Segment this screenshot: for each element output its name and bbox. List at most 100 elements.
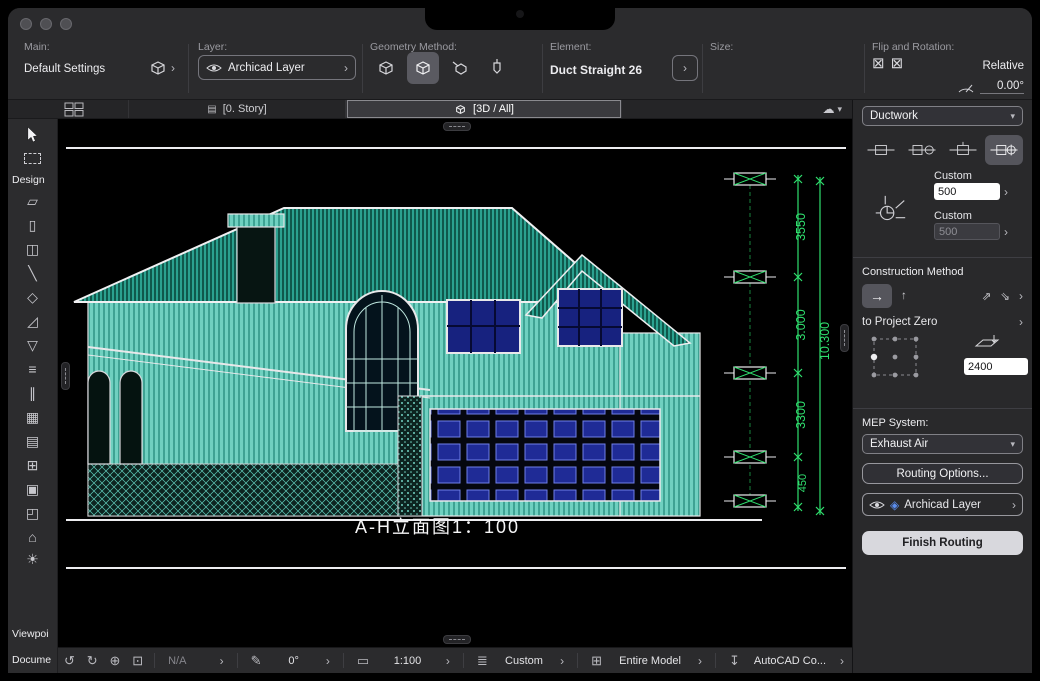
drawing-canvas[interactable]: 3550 3.000 10.300 3300 450 A-H立面图1：100 — [58, 119, 852, 647]
structure-filter-dropdown[interactable]: ⊞ Entire Model › — [583, 653, 710, 669]
duct-segment-icon — [907, 141, 937, 159]
pane-splitter-left[interactable] — [61, 362, 70, 390]
railing-tool[interactable]: ∥ — [15, 381, 51, 405]
chevron-right-icon: › — [1019, 316, 1023, 328]
close-button[interactable] — [20, 18, 32, 30]
wall-tool[interactable]: ▱ — [15, 189, 51, 213]
column-tool[interactable]: ◇ — [15, 285, 51, 309]
route-horizontal-button[interactable]: → — [862, 284, 892, 308]
zoom-button[interactable] — [60, 18, 72, 30]
door-tool[interactable]: ▯ — [15, 213, 51, 237]
story-icon: ▤ — [207, 104, 216, 115]
pane-splitter-bottom[interactable] — [443, 635, 471, 644]
chevron-right-icon: › — [683, 62, 687, 74]
tab-story[interactable]: ▤ [0. Story] — [128, 100, 346, 118]
select-tool[interactable] — [15, 122, 51, 146]
layer-combination-dropdown[interactable]: ≣ Custom › — [469, 653, 572, 669]
quad-view-button[interactable] — [64, 102, 84, 117]
width-label: Custom — [934, 170, 972, 182]
finish-routing-button[interactable]: Finish Routing — [862, 531, 1023, 555]
teamwork-dropdown[interactable]: ☁ ▾ — [822, 102, 842, 116]
duct-segment-icon — [948, 141, 978, 159]
elevation-input[interactable]: 2400 — [964, 358, 1028, 375]
pencil-icon: ✎ — [251, 653, 262, 669]
tab-3d-all[interactable]: [3D / All] — [346, 100, 622, 118]
geometry-vertical-button[interactable] — [481, 52, 513, 84]
layer-dropdown[interactable]: Archicad Layer › — [198, 55, 356, 80]
mep-system-dropdown[interactable]: Exhaust Air ▾ — [862, 434, 1023, 454]
chevron-right-icon: › — [220, 655, 224, 667]
snap-dropdown[interactable]: N/A › — [160, 655, 231, 667]
duct-geometry-icon — [376, 58, 396, 78]
zone-tool[interactable]: ▣ — [15, 477, 51, 501]
anchor-point-grid[interactable] — [868, 334, 922, 380]
stair-tool[interactable]: ≡ — [15, 357, 51, 381]
sun-icon[interactable]: ☀ — [26, 551, 39, 568]
minimize-button[interactable] — [40, 18, 52, 30]
object-tool[interactable]: ⊞ — [15, 453, 51, 477]
chevron-right-icon: › — [1019, 290, 1023, 302]
pane-splitter-top[interactable] — [443, 122, 471, 131]
pane-splitter-right[interactable] — [840, 324, 849, 352]
segment-branch-button[interactable] — [944, 135, 982, 165]
marquee-tool[interactable] — [15, 146, 51, 170]
geometry-chained-button[interactable] — [407, 52, 439, 84]
roof-tool[interactable]: ◿ — [15, 309, 51, 333]
geometry-rise-button[interactable] — [444, 52, 476, 84]
toolbox-document-label: Docume — [12, 654, 51, 666]
panel-layer-dropdown[interactable]: ◈ Archicad Layer › — [862, 493, 1023, 516]
chimney — [237, 227, 275, 303]
tab-3d-label: [3D / All] — [473, 103, 514, 115]
slab-tool[interactable]: ▦ — [15, 405, 51, 429]
quad-view-icon — [64, 102, 84, 117]
element-type-dropdown[interactable]: Ductwork ▾ — [862, 106, 1023, 126]
duct-size-block: Custom 500 › Custom 500 › — [862, 169, 1023, 247]
arrow-right-icon: → — [870, 288, 884, 304]
chevron-right-icon: › — [446, 655, 450, 667]
toolbox-viewpoint-label: Viewpoi — [12, 628, 49, 640]
duct-rise-icon[interactable]: ⇗ — [982, 289, 992, 303]
shell-tool[interactable]: ▽ — [15, 333, 51, 357]
dim-base: 450 — [797, 474, 809, 492]
route-vertical-button[interactable]: ↑ — [901, 290, 907, 302]
import-icon: ↧ — [729, 653, 740, 669]
redo-icon[interactable]: ↻ — [81, 653, 104, 669]
rotation-angle-input[interactable]: 0.00° — [980, 80, 1024, 94]
chevron-right-icon: › — [698, 655, 702, 667]
angle-dropdown[interactable]: ✎ 0° › — [243, 653, 338, 669]
dim-lower: 3300 — [794, 401, 808, 429]
flip-vertical-icon[interactable]: ⊠ — [891, 54, 904, 72]
window-tool[interactable]: ◫ — [15, 237, 51, 261]
dim-upper: 3550 — [794, 213, 808, 241]
divider — [853, 257, 1032, 258]
translator-dropdown[interactable]: ↧ AutoCAD Co... › — [721, 653, 852, 669]
curtain-wall-tool[interactable]: ▤ — [15, 429, 51, 453]
duct-segment-icon — [866, 141, 896, 159]
segment-fitting-button[interactable] — [903, 135, 941, 165]
view-tab-bar: ▤ [0. Story] [3D / All] ☁ ▾ — [8, 100, 852, 119]
mesh-tool[interactable]: ◰ — [15, 501, 51, 525]
quick-options-bar: ↺ ↻ ⊕ ⊡ N/A › ✎ 0° › ▭ 1:100 › ≣ Custom … — [58, 647, 852, 673]
window-controls — [20, 18, 72, 30]
toolbox: Design ▱ ▯ ◫ ╲ ◇ ◿ ▽ ≡ ∥ ▦ ▤ ⊞ ▣ ◰ ⌂ ☀ V… — [8, 119, 58, 673]
element-flyout-button[interactable]: › — [672, 55, 698, 81]
morph-tool[interactable]: ⌂ — [15, 525, 51, 549]
beam-tool[interactable]: ╲ — [15, 261, 51, 285]
undo-icon[interactable]: ↺ — [58, 653, 81, 669]
segment-straight-button[interactable] — [862, 135, 900, 165]
reference-level-dropdown[interactable]: to Project Zero › — [862, 316, 1023, 328]
scale-dropdown[interactable]: ▭ 1:100 › — [349, 653, 458, 669]
segment-terminal-button[interactable] — [985, 135, 1023, 165]
default-settings-button[interactable]: › — [143, 55, 180, 81]
routing-options-button[interactable]: Routing Options... — [862, 463, 1023, 484]
duct-drop-icon[interactable]: ⇘ — [1000, 289, 1010, 303]
geometry-straight-button[interactable] — [370, 52, 402, 84]
zoom-fit-icon[interactable]: ⊡ — [126, 653, 149, 669]
width-input[interactable]: 500 — [934, 183, 1000, 200]
height-input[interactable]: 500 — [934, 223, 1000, 240]
drawing-caption: A-H立面图1：100 — [355, 517, 520, 537]
chevron-down-icon: ▾ — [1010, 112, 1015, 121]
zoom-in-icon[interactable]: ⊕ — [104, 653, 127, 669]
eye-icon — [206, 63, 222, 73]
flip-horizontal-icon[interactable]: ⊠ — [872, 54, 885, 72]
